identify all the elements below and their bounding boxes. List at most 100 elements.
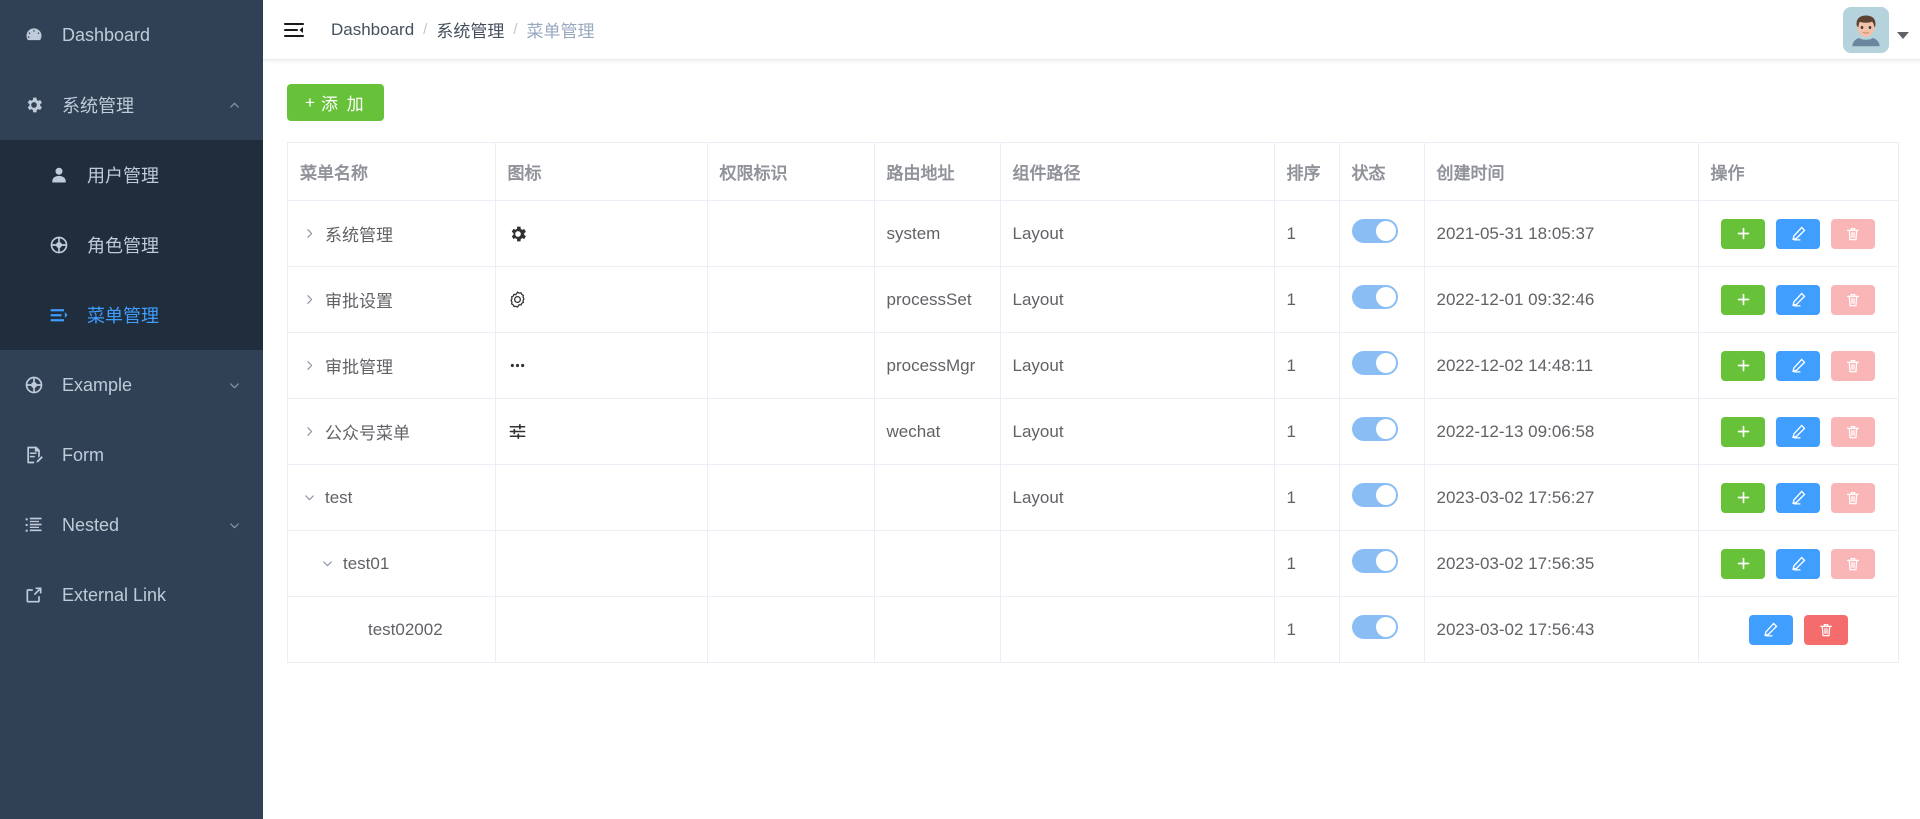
add-child-button[interactable]: [1721, 548, 1766, 579]
sidebar-item-系统管理[interactable]: 系统管理: [0, 70, 263, 140]
chevron-down-icon: [225, 379, 243, 392]
operation-buttons: [1711, 416, 1887, 447]
status-toggle[interactable]: [1351, 615, 1398, 639]
sidebar-item-nested[interactable]: Nested: [0, 490, 263, 560]
breadcrumb-separator: /: [513, 21, 518, 38]
breadcrumb-item[interactable]: Dashboard: [331, 20, 414, 40]
status-toggle[interactable]: [1351, 219, 1398, 243]
avatar[interactable]: [1843, 6, 1889, 53]
status-toggle[interactable]: [1351, 351, 1398, 375]
main-area: Dashboard / 系统管理 / 菜单管理 + 添 加 菜单名称 图标 权限…: [263, 0, 1920, 819]
sidebar-item-example[interactable]: Example: [0, 350, 263, 420]
operation-buttons: [1711, 218, 1887, 249]
menu-name-label: 系统管理: [325, 226, 393, 245]
breadcrumb: Dashboard / 系统管理 / 菜单管理: [331, 17, 595, 42]
hamburger-icon[interactable]: [279, 15, 309, 45]
sidebar-item-form[interactable]: Form: [0, 420, 263, 490]
sidebar-item-dashboard[interactable]: Dashboard: [0, 0, 263, 70]
tree-toggle-right-icon[interactable]: [300, 357, 318, 375]
cell-operations: [1698, 530, 1898, 597]
caret-down-icon[interactable]: [1897, 32, 1909, 39]
delete-button: [1831, 218, 1876, 249]
sidebar-item-label: 用户管理: [87, 166, 159, 186]
navbar-right: [1843, 6, 1909, 53]
column-header-route: 路由地址: [874, 143, 1001, 201]
edit-button[interactable]: [1776, 350, 1821, 381]
gear-icon: [508, 224, 695, 244]
status-toggle[interactable]: [1351, 549, 1398, 573]
column-header-status: 状态: [1339, 143, 1425, 201]
cell-route: processSet: [874, 266, 1001, 333]
breadcrumb-item: 菜单管理: [526, 22, 595, 41]
add-button[interactable]: + 添 加: [287, 84, 384, 121]
cell-sort: 1: [1274, 530, 1340, 597]
add-child-button[interactable]: [1721, 218, 1766, 249]
cell-component: Layout: [1000, 398, 1275, 465]
delete-button: [1831, 284, 1876, 315]
status-toggle[interactable]: [1351, 285, 1398, 309]
cell-permission: [707, 200, 875, 267]
table-row: test02002 1 2023-03-02 17:56:43: [288, 596, 1898, 663]
sidebar-item-用户管理[interactable]: 用户管理: [0, 140, 263, 210]
edit-button[interactable]: [1776, 218, 1821, 249]
cell-menu-name: 系统管理: [288, 200, 496, 267]
tree-toggle-right-icon[interactable]: [300, 291, 318, 309]
cell-status: [1339, 200, 1425, 267]
form-icon: [20, 445, 48, 465]
table-header-row: 菜单名称 图标 权限标识 路由地址 组件路径 排序 状态 创建时间 操作: [288, 143, 1898, 201]
sidebar-item-label: 系统管理: [62, 96, 134, 116]
add-child-button[interactable]: [1721, 284, 1766, 315]
edit-button[interactable]: [1776, 284, 1821, 315]
chevron-up-icon: [225, 99, 243, 112]
sidebar-item-label: 角色管理: [87, 236, 159, 256]
sidebar-item-菜单管理[interactable]: 菜单管理: [0, 280, 263, 350]
cell-route: system: [874, 200, 1001, 267]
cell-permission: [707, 332, 875, 399]
tree-toggle-down-icon[interactable]: [300, 489, 318, 507]
operation-buttons: [1711, 350, 1887, 381]
cell-created-time: 2023-03-02 17:56:35: [1424, 530, 1699, 597]
delete-button: [1831, 416, 1876, 447]
tree-toggle-down-icon[interactable]: [318, 555, 336, 573]
cell-component: Layout: [1000, 200, 1275, 267]
cell-operations: [1698, 332, 1898, 399]
column-header-component: 组件路径: [1000, 143, 1275, 201]
table-header: 菜单名称 图标 权限标识 路由地址 组件路径 排序 状态 创建时间 操作: [288, 143, 1898, 201]
delete-button[interactable]: [1803, 614, 1848, 645]
add-child-button[interactable]: [1721, 350, 1766, 381]
status-toggle[interactable]: [1351, 483, 1398, 507]
cell-created-time: 2022-12-01 09:32:46: [1424, 266, 1699, 333]
tree-toggle-right-icon[interactable]: [300, 423, 318, 441]
cell-route: [874, 596, 1001, 663]
cell-operations: [1698, 398, 1898, 465]
sidebar-item-label: Dashboard: [62, 24, 151, 45]
cell-menu-name: test02002: [288, 596, 496, 663]
status-toggle[interactable]: [1351, 417, 1398, 441]
edit-button[interactable]: [1776, 548, 1821, 579]
add-child-button[interactable]: [1721, 416, 1766, 447]
menu-table-container: 菜单名称 图标 权限标识 路由地址 组件路径 排序 状态 创建时间 操作 系统管理 system L…: [287, 142, 1899, 663]
edit-button[interactable]: [1748, 614, 1793, 645]
breadcrumb-item[interactable]: 系统管理: [436, 17, 504, 42]
cell-created-time: 2021-05-31 18:05:37: [1424, 200, 1699, 267]
menu-name-label: 审批管理: [325, 358, 393, 377]
sidebar-item-external-link[interactable]: External Link: [0, 560, 263, 630]
edit-button[interactable]: [1776, 482, 1821, 513]
delete-button: [1831, 350, 1876, 381]
cell-permission: [707, 464, 875, 531]
sidebar-item-label: 菜单管理: [87, 306, 159, 326]
tree-toggle-right-icon[interactable]: [300, 225, 318, 243]
cell-icon: [495, 464, 708, 531]
cell-menu-name: test: [288, 464, 496, 531]
table-row: 公众号菜单 wechat Layout 1 2022-12-13 09:06:58: [288, 398, 1898, 465]
cell-route: wechat: [874, 398, 1001, 465]
cell-created-time: 2022-12-02 14:48:11: [1424, 332, 1699, 399]
sidebar: Dashboard 系统管理用户管理角色管理菜单管理 Example Form Nest…: [0, 0, 263, 819]
cell-icon: [495, 530, 708, 597]
column-header-perm: 权限标识: [707, 143, 875, 201]
add-child-button[interactable]: [1721, 482, 1766, 513]
edit-button[interactable]: [1776, 416, 1821, 447]
column-header-icon: 图标: [495, 143, 708, 201]
chevron-down-icon: [225, 519, 243, 532]
sidebar-item-角色管理[interactable]: 角色管理: [0, 210, 263, 280]
